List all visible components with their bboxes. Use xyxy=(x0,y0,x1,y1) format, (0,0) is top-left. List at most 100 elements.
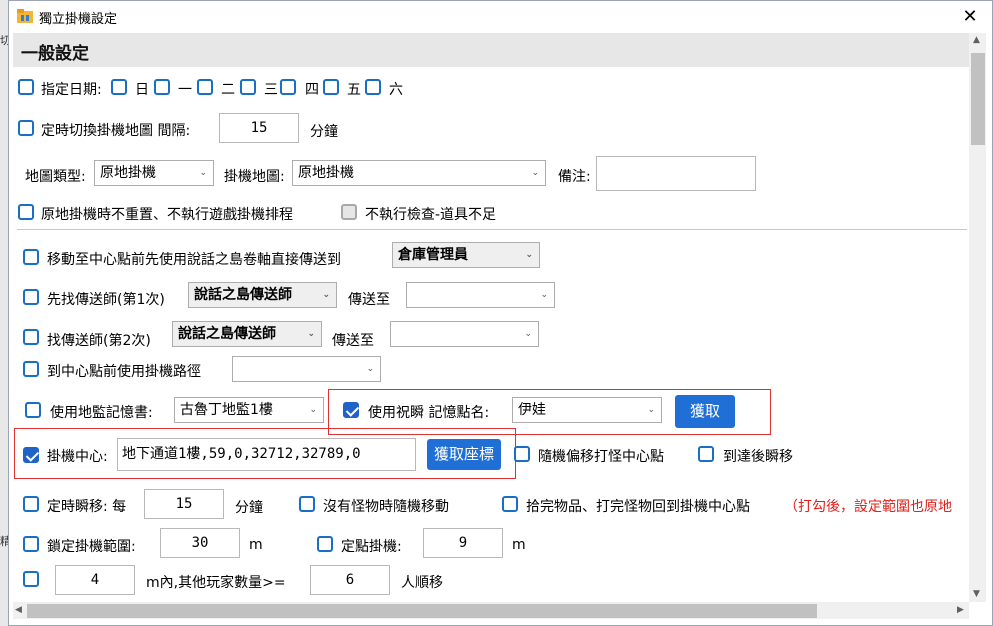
fetch-button[interactable]: 獲取 xyxy=(675,395,735,428)
teleport-destination-select[interactable]: 倉庫管理員 ⌄ xyxy=(392,242,540,268)
folder-app-icon xyxy=(17,9,33,23)
players-distance-label: m內,其他玩家數量>= xyxy=(146,575,286,591)
teleporter-2-label: 找傳送師(第2次) xyxy=(47,333,151,349)
no-reset-label: 原地掛機時不重置、不執行遊戲掛機排程 xyxy=(41,207,293,223)
switch-map-checkbox[interactable] xyxy=(18,120,34,136)
fixed-point-unit: m xyxy=(512,537,526,553)
note-input[interactable] xyxy=(596,156,756,191)
day-tue-checkbox[interactable] xyxy=(197,79,213,95)
random-move-checkbox[interactable] xyxy=(299,496,315,512)
day-sun-checkbox[interactable] xyxy=(111,79,127,95)
teleporter-1-value: 說話之島傳送師 xyxy=(194,287,292,303)
get-coordinates-button[interactable]: 獲取座標 xyxy=(427,439,501,470)
dungeon-book-value: 古魯丁地監1樓 xyxy=(180,402,273,418)
blessed-teleport-checkbox[interactable] xyxy=(343,402,359,418)
afk-map-select[interactable]: 原地掛機 ⌄ xyxy=(292,160,546,186)
fetch-button-label: 獲取 xyxy=(689,402,720,420)
memory-point-value: 伊娃 xyxy=(518,402,546,418)
scroll-down-arrow-icon[interactable]: ▼ xyxy=(973,589,980,599)
return-center-note: （打勾後，設定範圍也原地 xyxy=(784,499,952,515)
dungeon-book-select[interactable]: 古魯丁地監1樓 ⌄ xyxy=(174,397,324,423)
players-teleport-checkbox[interactable] xyxy=(23,571,39,587)
specify-date-checkbox[interactable] xyxy=(18,79,34,95)
fixed-point-checkbox[interactable] xyxy=(317,536,333,552)
day-label: 四 xyxy=(305,82,319,98)
teleporter-2-to-select[interactable]: ⌄ xyxy=(390,321,539,347)
map-type-label: 地圖類型: xyxy=(25,169,86,185)
scroll-right-arrow-icon[interactable]: ▶ xyxy=(957,605,964,615)
memory-point-select[interactable]: 伊娃 ⌄ xyxy=(512,397,662,423)
vertical-scroll-thumb[interactable] xyxy=(971,53,985,145)
switch-interval-unit: 分鐘 xyxy=(310,124,338,140)
chevron-down-icon: ⌄ xyxy=(322,290,330,300)
specify-date-label: 指定日期: xyxy=(41,82,102,98)
teleporter-2-select[interactable]: 說話之島傳送師 ⌄ xyxy=(172,321,322,347)
map-type-select[interactable]: 原地掛機 ⌄ xyxy=(94,160,214,186)
window-title: 獨立掛機設定 xyxy=(39,12,118,27)
chevron-down-icon: ⌄ xyxy=(531,168,539,178)
teleport-before-center-label: 移動至中心點前先使用說話之島卷軸直接傳送到 xyxy=(47,252,341,268)
afk-path-select[interactable]: ⌄ xyxy=(232,356,381,382)
no-check-checkbox[interactable] xyxy=(341,204,357,220)
chevron-down-icon: ⌄ xyxy=(309,405,317,415)
no-reset-checkbox[interactable] xyxy=(18,204,34,220)
day-mon-checkbox[interactable] xyxy=(154,79,170,95)
dungeon-book-checkbox[interactable] xyxy=(25,402,41,418)
chevron-down-icon: ⌄ xyxy=(199,168,207,178)
day-sat-checkbox[interactable] xyxy=(365,79,381,95)
timed-teleport-checkbox[interactable] xyxy=(23,496,39,512)
random-offset-label: 隨機偏移打怪中心點 xyxy=(538,449,664,465)
players-distance-input[interactable]: 4 xyxy=(55,565,135,595)
return-center-checkbox[interactable] xyxy=(502,496,518,512)
day-thu-checkbox[interactable] xyxy=(280,79,296,95)
teleporter-1-to-select[interactable]: ⌄ xyxy=(406,282,555,308)
fixed-point-input[interactable]: 9 xyxy=(423,528,503,558)
chevron-down-icon: ⌄ xyxy=(524,329,532,339)
timed-teleport-input[interactable]: 15 xyxy=(144,489,224,519)
teleporter-1-label: 先找傳送師(第1次) xyxy=(47,292,165,308)
teleporter-2-checkbox[interactable] xyxy=(23,329,39,345)
switch-interval-input[interactable]: 15 xyxy=(219,113,299,143)
day-label: 日 xyxy=(135,82,149,98)
close-icon: ✕ xyxy=(962,6,978,27)
horizontal-scroll-thumb[interactable] xyxy=(27,604,817,618)
afk-map-value: 原地掛機 xyxy=(298,165,354,181)
lock-range-checkbox[interactable] xyxy=(23,536,39,552)
afk-center-checkbox[interactable] xyxy=(23,447,39,463)
map-type-value: 原地掛機 xyxy=(100,165,156,181)
teleporter-1-select[interactable]: 說話之島傳送師 ⌄ xyxy=(188,282,337,308)
day-wed-checkbox[interactable] xyxy=(240,79,256,95)
section-title: 一般設定 xyxy=(21,44,89,64)
teleport-on-arrival-label: 到達後瞬移 xyxy=(723,449,793,465)
random-offset-checkbox[interactable] xyxy=(514,446,530,462)
afk-map-label: 掛機地圖: xyxy=(224,169,285,185)
scroll-up-arrow-icon[interactable]: ▲ xyxy=(973,35,980,45)
teleport-before-center-checkbox[interactable] xyxy=(23,249,39,265)
lock-range-input[interactable]: 30 xyxy=(160,528,240,558)
get-coordinates-label: 獲取座標 xyxy=(433,445,494,463)
day-label: 二 xyxy=(221,82,235,98)
afk-path-checkbox[interactable] xyxy=(23,361,39,377)
fixed-point-label: 定點掛機: xyxy=(341,539,402,555)
day-label: 五 xyxy=(347,82,361,98)
section-divider xyxy=(17,229,967,230)
day-fri-checkbox[interactable] xyxy=(323,79,339,95)
close-button[interactable]: ✕ xyxy=(948,1,992,33)
afk-center-input[interactable]: 地下通道1樓,59,0,32712,32789,0 xyxy=(117,438,416,471)
players-count-input[interactable]: 6 xyxy=(310,565,390,595)
title-bar: 獨立掛機設定 ✕ xyxy=(9,1,992,33)
chevron-down-icon: ⌄ xyxy=(647,405,655,415)
afk-path-label: 到中心點前使用掛機路徑 xyxy=(47,364,201,380)
teleport-destination-value: 倉庫管理員 xyxy=(398,247,468,263)
lock-range-unit: m xyxy=(249,537,263,553)
return-center-label: 拾完物品、打完怪物回到掛機中心點 xyxy=(526,499,750,515)
teleport-on-arrival-checkbox[interactable] xyxy=(698,446,714,462)
switch-map-label: 定時切換掛機地圖 間隔: xyxy=(41,123,191,139)
section-header: 一般設定 xyxy=(13,33,969,67)
scroll-left-arrow-icon[interactable]: ◀ xyxy=(15,605,22,615)
timed-teleport-label: 定時瞬移: 每 xyxy=(47,499,127,515)
teleporter-1-checkbox[interactable] xyxy=(23,289,39,305)
teleporter-1-to-label: 傳送至 xyxy=(348,292,390,308)
settings-dialog: 獨立掛機設定 ✕ 一般設定 指定日期: 日 一 二 三 四 五 六 定時切換掛機… xyxy=(8,0,993,626)
no-check-label: 不執行檢查-道具不足 xyxy=(365,207,497,223)
